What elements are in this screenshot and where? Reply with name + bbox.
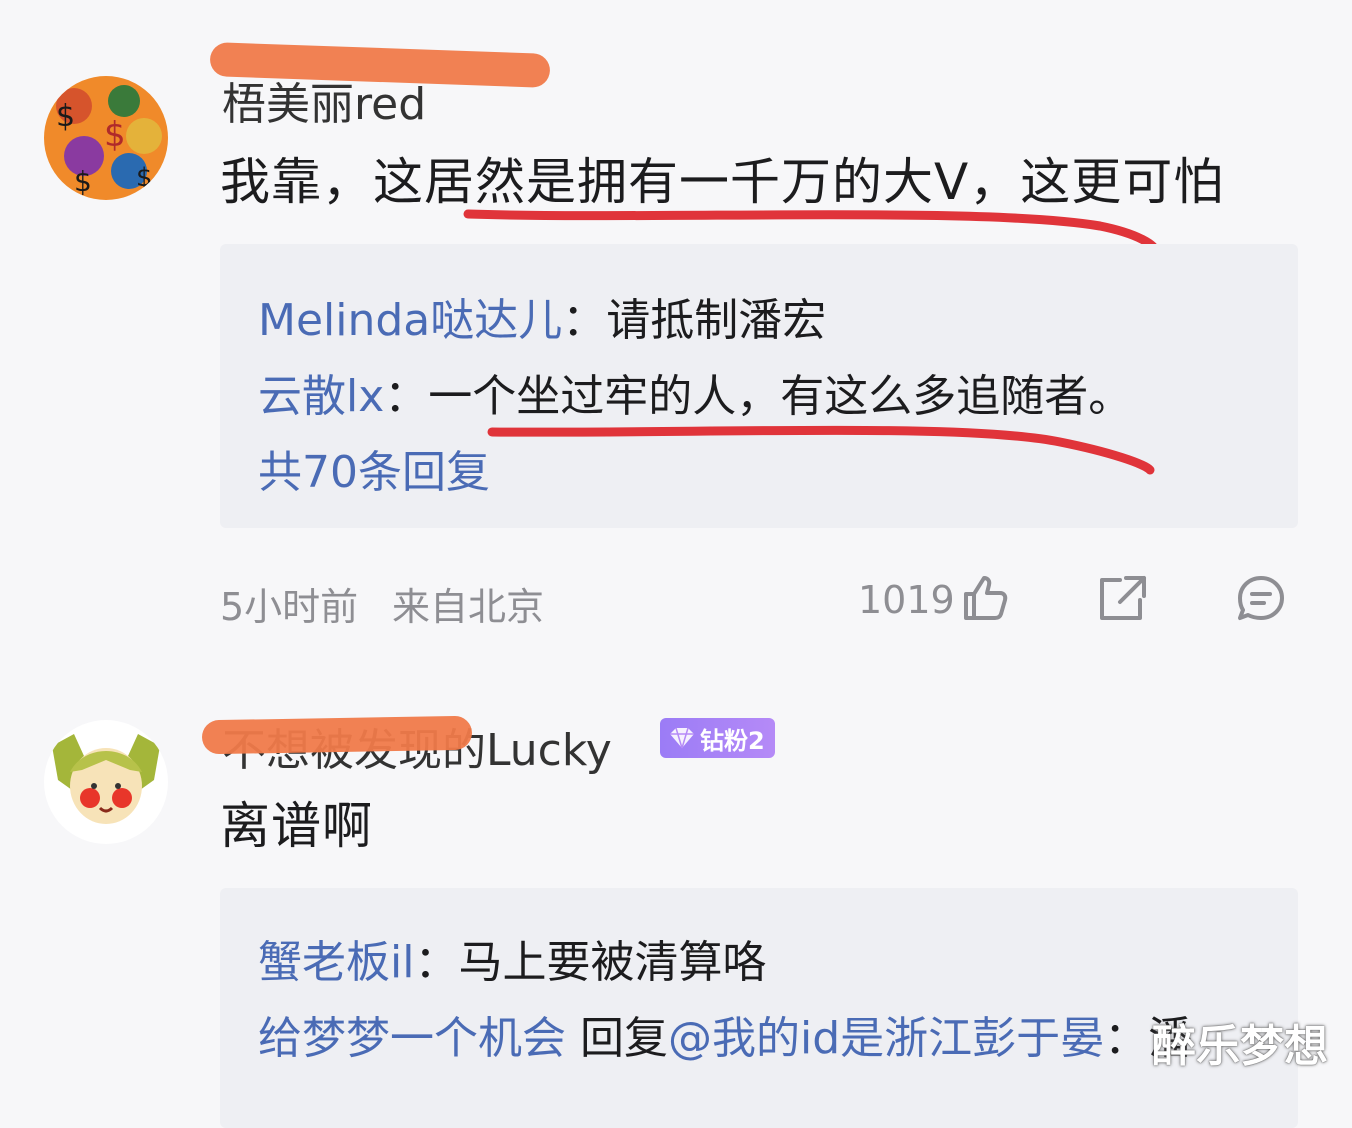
badge-label: 钻粉2 (700, 726, 765, 755)
reply-text: 一个坐过牢的人，有这么多追随者。 (428, 371, 1133, 422)
watermark: 醉乐梦想 (1152, 1021, 1328, 1072)
avatar[interactable] (44, 720, 168, 844)
fan-badge: 钻粉2 (660, 718, 775, 758)
red-underline (487, 425, 1155, 475)
reply-item[interactable]: 给梦梦一个机会 回复@我的id是浙江彭于晏：潘 (258, 1002, 1192, 1066)
comment-location: 来自北京 (392, 585, 545, 629)
share-icon[interactable] (1098, 574, 1148, 626)
reply-item[interactable]: 云散lx：一个坐过牢的人，有这么多追随者。 (258, 360, 1132, 424)
comment-icon[interactable] (1236, 574, 1286, 628)
reply-mention[interactable]: @我的id是浙江彭于晏 (668, 1013, 1104, 1064)
reply-item[interactable]: Melinda哒达儿：请抵制潘宏 (258, 284, 826, 348)
reply-text: 请抵制潘宏 (606, 295, 827, 346)
avatar[interactable]: $ $ $ $ (44, 76, 168, 200)
reply-author[interactable]: 蟹老板il (258, 937, 414, 988)
comment-time: 5小时前 (220, 585, 359, 629)
comment-item: $ $ $ $ 梧美丽red 我靠，这居然是拥有一千万的大V，这更可怕 Meli… (0, 0, 1352, 660)
comment-text: 离谱啊 (220, 797, 373, 855)
reply-author[interactable]: 云散lx (258, 371, 384, 422)
reply-text: 回复 (580, 1013, 668, 1064)
diamond-icon (670, 727, 694, 749)
comment-item: 不想被发现的Lucky 钻粉2 离谱啊 蟹老板il：马上要被清算咯 给梦梦一个机… (0, 660, 1352, 1128)
reply-preview[interactable]: 蟹老板il：马上要被清算咯 给梦梦一个机会 回复@我的id是浙江彭于晏：潘 (220, 888, 1298, 1128)
svg-text:$: $ (56, 99, 75, 134)
like-count: 1019 (858, 578, 955, 622)
redaction-mark (201, 715, 473, 755)
svg-text:$: $ (74, 165, 92, 198)
more-replies-link[interactable]: 共70条回复 (258, 436, 490, 500)
reply-author[interactable]: 给梦梦一个机会 (258, 1013, 566, 1064)
reply-text: 马上要被清算咯 (458, 937, 767, 988)
svg-text:$: $ (104, 115, 126, 155)
reply-author[interactable]: Melinda哒达儿 (258, 295, 562, 346)
thumbs-up-icon[interactable] (960, 572, 1010, 626)
reply-item[interactable]: 蟹老板il：马上要被清算咯 (258, 926, 766, 990)
svg-text:$: $ (136, 163, 153, 193)
